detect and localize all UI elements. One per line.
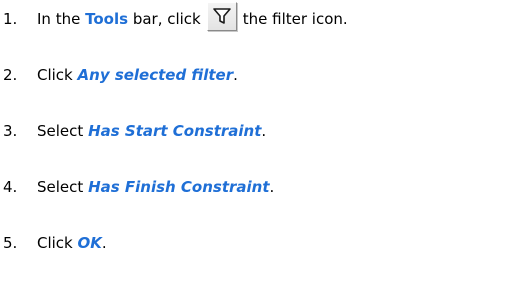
- step-4: 4. Select Has Finish Constraint.: [0, 172, 274, 202]
- step-text: In the: [37, 10, 81, 28]
- step-number: 1.: [3, 10, 18, 28]
- step-text: the filter icon.: [242, 10, 348, 28]
- step-3: 3. Select Has Start Constraint.: [0, 116, 266, 146]
- has-finish-constraint-label: Has Finish Constraint: [88, 178, 270, 196]
- instruction-list: 1. In the Tools bar, click the filter ic…: [0, 0, 520, 296]
- has-start-constraint-label: Has Start Constraint: [88, 122, 262, 140]
- step-1: 1. In the Tools bar, click the filter ic…: [0, 1, 348, 34]
- step-number: 5.: [3, 234, 18, 252]
- step-number: 4.: [3, 178, 18, 196]
- step-text: Select: [37, 122, 84, 140]
- step-punctuation: .: [269, 178, 275, 196]
- step-punctuation: .: [261, 122, 267, 140]
- step-punctuation: .: [233, 66, 238, 84]
- step-2: 2. Click Any selected filter.: [0, 60, 238, 90]
- step-text: bar, click: [132, 10, 201, 28]
- tools-bar-label: Tools: [85, 10, 129, 28]
- step-text: Select: [37, 178, 84, 196]
- step-text: Click: [37, 66, 73, 84]
- step-number: 3.: [3, 122, 18, 140]
- any-selected-filter-label: Any selected filter: [77, 66, 234, 84]
- step-number: 2.: [3, 66, 18, 84]
- filter-icon[interactable]: [206, 1, 237, 31]
- step-punctuation: .: [101, 234, 107, 252]
- step-5: 5. Click OK.: [0, 228, 107, 258]
- step-text: Click: [37, 234, 73, 252]
- ok-label: OK: [77, 234, 102, 252]
